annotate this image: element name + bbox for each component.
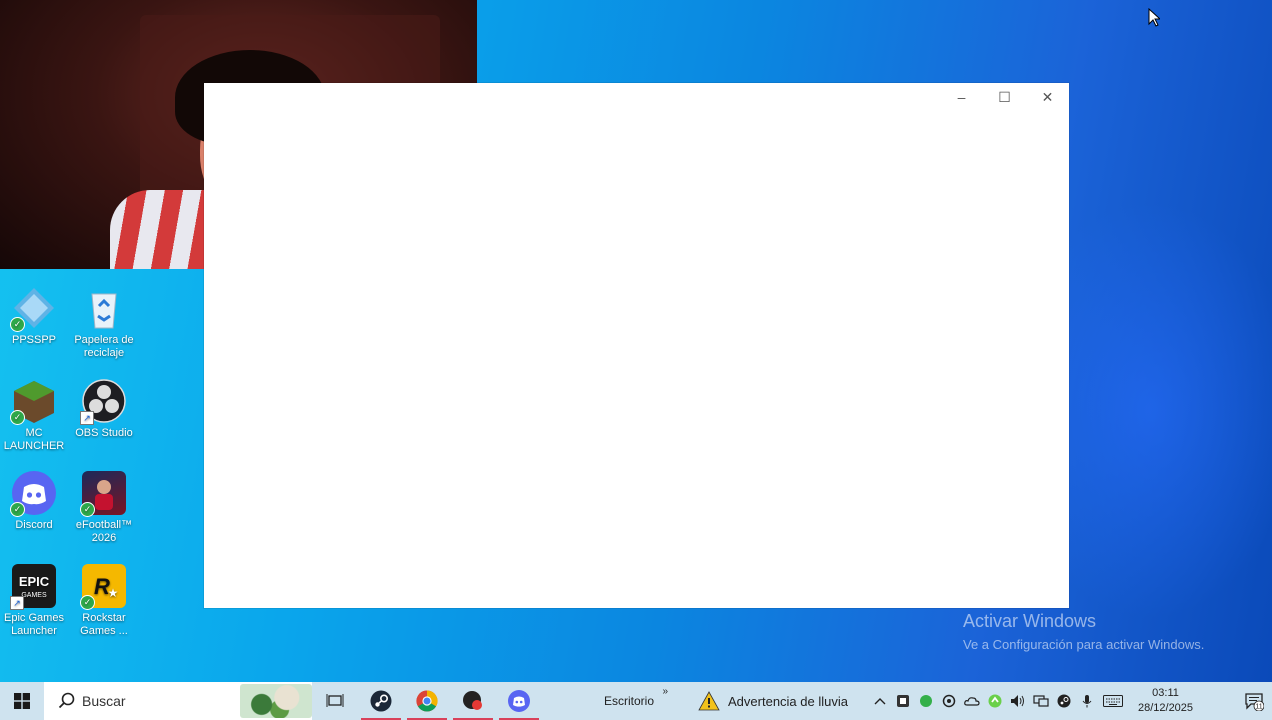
chevron-right-icon[interactable]: » [662, 686, 668, 697]
windows-logo-icon [14, 693, 30, 709]
notification-count: 11 [1255, 704, 1262, 711]
system-tray: 03:11 28/12/2025 [872, 686, 1193, 716]
desktop-icon-label: Discord [15, 519, 53, 531]
notification-center-button[interactable]: 11 [1244, 691, 1265, 712]
obs-icon: ↗ [80, 379, 126, 425]
weather-label: Advertencia de lluvia [728, 693, 848, 709]
minimize-button[interactable]: – [940, 83, 983, 111]
openai-icon[interactable] [941, 693, 958, 710]
desktop-icon-discord[interactable]: ✓ Discord [0, 471, 70, 532]
close-button[interactable]: ✕ [1026, 83, 1069, 111]
update-arrow-icon[interactable] [987, 693, 1004, 710]
desktop-icon-rockstar[interactable]: R ★ ✓ Rockstar Games ... [68, 564, 140, 638]
desktop-icon-label: PPSSPP [11, 334, 57, 346]
volume-icon[interactable] [1010, 693, 1027, 710]
rockstar-icon: R ★ ✓ [80, 564, 126, 610]
recycle-bin-icon [82, 286, 126, 330]
desktop-icon-label: MC LAUNCHER [3, 427, 65, 452]
desktop-icon-obs[interactable]: ↗ OBS Studio [68, 379, 140, 440]
chevron-up-icon[interactable] [872, 693, 889, 710]
network-icon[interactable] [1033, 693, 1050, 710]
svg-text:★: ★ [108, 586, 119, 600]
taskbar-discord[interactable] [496, 682, 542, 720]
desktop-icon-label: OBS Studio [75, 427, 133, 439]
desktop-icon-mc-launcher[interactable]: ✓ MC LAUNCHER [0, 379, 70, 453]
tray-app-icon[interactable] [895, 693, 912, 710]
discord-icon: ✓ [10, 471, 56, 517]
maximize-button[interactable]: ☐ [983, 83, 1026, 111]
desktop-icon-epic-games[interactable]: EPIC GAMES ↗ Epic Games Launcher [0, 564, 70, 638]
desktop-icon-label: Papelera de reciclaje [74, 334, 134, 359]
taskbar-chrome[interactable] [404, 682, 450, 720]
shortcut-arrow-icon: ↗ [10, 596, 24, 610]
activation-title: Activar Windows [963, 611, 1097, 631]
sync-check-icon: ✓ [10, 317, 25, 332]
onedrive-icon[interactable] [964, 693, 981, 710]
sync-check-icon: ✓ [80, 502, 95, 517]
desktop-icon-label: Epic Games Launcher [4, 612, 64, 637]
desktop-icon-efootball[interactable]: ✓ eFootball™ 2026 [68, 471, 140, 545]
sync-check-icon: ✓ [80, 595, 95, 610]
efootball-icon: ✓ [80, 471, 126, 517]
desktop-icon-recycle-bin[interactable]: Papelera de reciclaje [68, 286, 140, 360]
svg-text:GAMES: GAMES [21, 592, 47, 599]
desktop-icon-ppsspp[interactable]: ✓ PPSSPP [0, 286, 70, 347]
activation-subtitle: Ve a Configuración para activar Windows. [963, 637, 1205, 652]
ppsspp-icon: ✓ [10, 286, 56, 332]
minecraft-icon: ✓ [10, 379, 56, 425]
clock-time: 03:11 [1152, 687, 1179, 699]
shortcut-arrow-icon: ↗ [80, 411, 94, 425]
desktop-icon-label: Rockstar Games ... [80, 612, 128, 637]
blank-window[interactable]: – ☐ ✕ [204, 83, 1069, 608]
discord-icon [508, 690, 530, 712]
sync-check-icon: ✓ [10, 502, 25, 517]
task-view-icon [326, 694, 344, 707]
search-placeholder: Buscar [82, 693, 126, 709]
search-highlight-image [240, 684, 312, 718]
weather-widget[interactable]: Advertencia de lluvia [698, 691, 848, 711]
taskbar-steam[interactable] [358, 682, 404, 720]
task-view-button[interactable] [312, 682, 358, 720]
taskbar: Buscar Escritorio » Advertencia de lluvi… [0, 682, 1272, 720]
green-status-icon[interactable] [918, 693, 935, 710]
epic-games-icon: EPIC GAMES ↗ [10, 564, 56, 610]
svg-text:EPIC: EPIC [19, 574, 50, 589]
notification-icon: 11 [1245, 693, 1265, 712]
chrome-icon [416, 690, 438, 712]
desktop-toolbar[interactable]: Escritorio » [604, 686, 668, 708]
window-controls: – ☐ ✕ [940, 83, 1069, 111]
app-red-icon [463, 691, 482, 710]
microphone-icon[interactable] [1079, 693, 1096, 710]
keyboard-icon[interactable] [1102, 693, 1124, 710]
mouse-cursor-icon [1148, 7, 1162, 32]
taskbar-app-red[interactable] [450, 682, 496, 720]
clock[interactable]: 03:11 28/12/2025 [1138, 686, 1193, 716]
sync-check-icon: ✓ [10, 410, 25, 425]
desktop-toolbar-label: Escritorio [604, 694, 655, 708]
taskbar-search[interactable]: Buscar [44, 682, 312, 720]
desktop-icon-label: eFootball™ 2026 [75, 519, 133, 544]
steam-icon [370, 690, 392, 712]
start-button[interactable] [0, 682, 44, 720]
search-icon [58, 692, 75, 709]
steam-tray-icon[interactable] [1056, 693, 1073, 710]
activation-watermark: Activar Windows Ve a Configuración para … [963, 611, 1204, 652]
clock-date: 28/12/2025 [1137, 702, 1194, 714]
warning-icon [698, 691, 720, 711]
